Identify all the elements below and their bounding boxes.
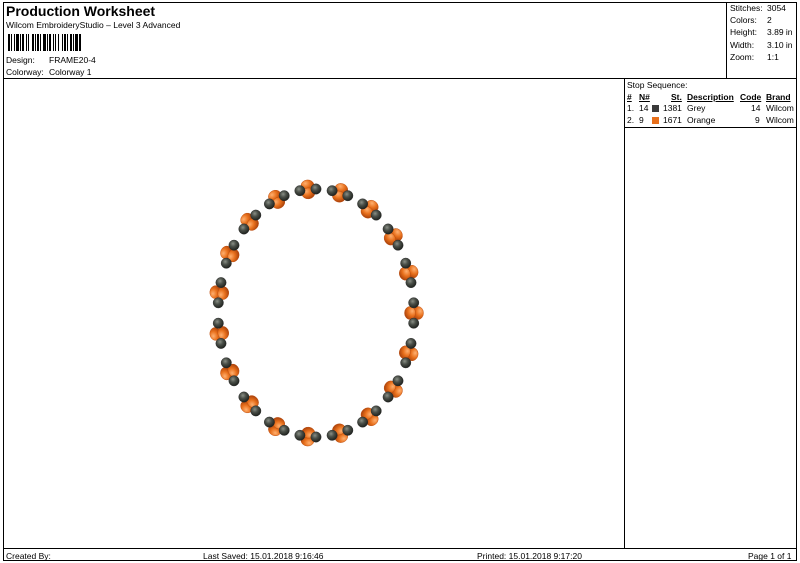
last-saved: Last Saved: 15.01.2018 9:16:46 bbox=[203, 551, 324, 561]
page-number: Page 1 of 1 bbox=[748, 551, 792, 561]
embroidery-oval-frame-icon bbox=[209, 179, 424, 447]
printed-date: Printed: 15.01.2018 9:17:20 bbox=[477, 551, 582, 561]
created-by: Created By: bbox=[6, 551, 51, 561]
